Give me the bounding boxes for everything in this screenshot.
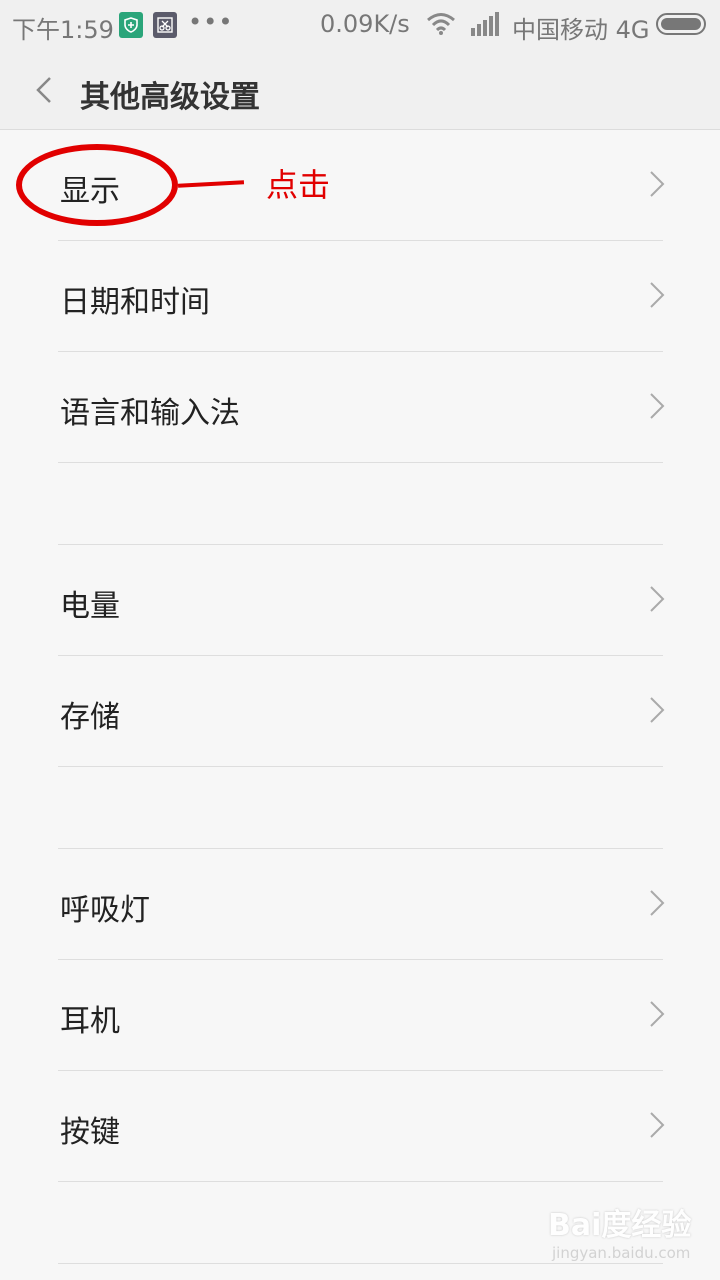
settings-item-language-input[interactable]: 语言和输入法 [0, 352, 720, 462]
status-bar: 下午1:59 ••• 0.09K/s 中国移动 4G [0, 0, 720, 50]
chevron-right-icon [649, 1111, 665, 1143]
page-title: 其他高级设置 [80, 80, 260, 115]
signal-icon [470, 12, 500, 42]
divider [58, 462, 663, 463]
settings-item-label: 呼吸灯 [60, 893, 150, 928]
status-time: 下午1:59 [12, 16, 114, 44]
shield-icon [119, 12, 143, 38]
chevron-right-icon [649, 392, 665, 424]
settings-item-battery[interactable]: 电量 [0, 545, 720, 655]
settings-item-label: 语言和输入法 [60, 396, 240, 431]
watermark-main: Bai度经验 [548, 1208, 692, 1243]
chevron-right-icon [649, 1000, 665, 1032]
annotation-circle [16, 144, 178, 226]
more-notifications-icon: ••• [188, 8, 234, 36]
watermark-logo: Bai度经验 jingyan.baidu.com [548, 1200, 691, 1262]
divider [58, 766, 663, 767]
network-speed: 0.09K/s [320, 10, 410, 38]
divider [58, 1263, 663, 1264]
chevron-right-icon [649, 696, 665, 728]
settings-item-storage[interactable]: 存储 [0, 656, 720, 766]
annotation-label: 点击 [266, 166, 331, 204]
settings-item-headphones[interactable]: 耳机 [0, 960, 720, 1070]
settings-item-label: 存储 [60, 700, 120, 735]
scissors-icon [153, 12, 177, 38]
watermark-url: jingyan.baidu.com [552, 1244, 691, 1262]
settings-item-label: 日期和时间 [60, 285, 210, 320]
chevron-right-icon [649, 170, 665, 202]
divider [58, 1181, 663, 1182]
settings-item-date-time[interactable]: 日期和时间 [0, 241, 720, 351]
settings-item-label: 耳机 [60, 1004, 120, 1039]
app-header: 其他高级设置 [0, 50, 720, 130]
wifi-icon [426, 12, 456, 42]
settings-item-breathing-light[interactable]: 呼吸灯 [0, 849, 720, 959]
chevron-left-icon[interactable] [30, 74, 58, 106]
battery-icon [656, 13, 706, 35]
carrier-name: 中国移动 4G [512, 16, 650, 44]
chevron-right-icon [649, 585, 665, 617]
settings-item-label: 按键 [60, 1115, 120, 1150]
settings-item-label: 电量 [60, 589, 120, 624]
chevron-right-icon [649, 889, 665, 921]
settings-item-buttons[interactable]: 按键 [0, 1071, 720, 1181]
chevron-right-icon [649, 281, 665, 313]
